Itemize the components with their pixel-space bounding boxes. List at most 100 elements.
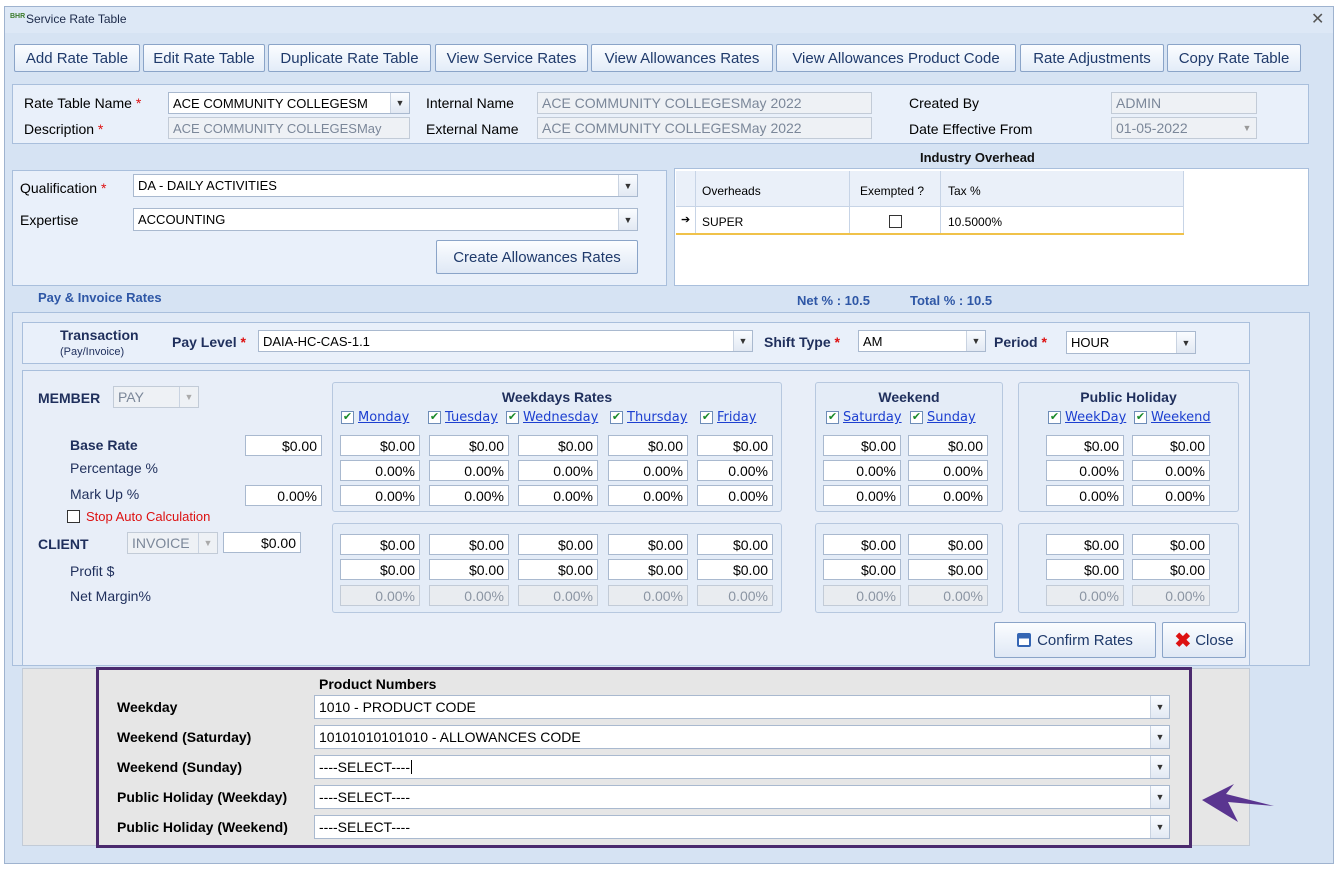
edit-rate-table-button[interactable]: Edit Rate Table: [143, 44, 265, 72]
client-rate-cell[interactable]: $0.00: [429, 534, 509, 555]
chevron-down-icon[interactable]: ▼: [618, 175, 637, 196]
close-window-icon[interactable]: ✕: [1311, 9, 1324, 29]
member-base-rate-cell[interactable]: $0.00: [697, 435, 773, 456]
day-saturday[interactable]: ✔ Saturday: [826, 410, 902, 425]
client-rate-cell[interactable]: $0.00: [697, 534, 773, 555]
chevron-down-icon[interactable]: ▼: [966, 331, 985, 351]
check-icon[interactable]: ✔: [826, 411, 839, 424]
check-icon[interactable]: ✔: [1048, 411, 1061, 424]
shift-type-select[interactable]: AM ▼: [858, 330, 986, 352]
member-base-rate-cell[interactable]: $0.00: [908, 435, 988, 456]
chevron-down-icon[interactable]: ▼: [1150, 696, 1169, 718]
product-saturday-select[interactable]: 10101010101010 - ALLOWANCES CODE ▼: [314, 725, 1170, 749]
chevron-down-icon[interactable]: ▼: [1150, 786, 1169, 808]
chevron-down-icon[interactable]: ▼: [733, 331, 752, 351]
qualification-select[interactable]: DA - DAILY ACTIVITIES ▼: [133, 174, 638, 197]
add-rate-table-button[interactable]: Add Rate Table: [14, 44, 140, 72]
client-profit-cell[interactable]: $0.00: [697, 559, 773, 580]
client-rate-cell[interactable]: $0.00: [1046, 534, 1124, 555]
markup-field[interactable]: 0.00%: [245, 485, 322, 506]
chevron-down-icon[interactable]: ▼: [1176, 332, 1195, 353]
client-profit-cell[interactable]: $0.00: [1132, 559, 1210, 580]
day-sunday[interactable]: ✔ Sunday: [910, 410, 976, 425]
base-rate-field[interactable]: $0.00: [245, 435, 322, 456]
client-rate-cell[interactable]: $0.00: [608, 534, 688, 555]
day-friday[interactable]: ✔ Friday: [700, 410, 756, 425]
member-base-rate-cell[interactable]: $0.00: [429, 435, 509, 456]
stop-auto-calculation-checkbox[interactable]: [67, 510, 80, 523]
product-weekday-select[interactable]: 1010 - PRODUCT CODE ▼: [314, 695, 1170, 719]
rate-table-name-select[interactable]: ACE COMMUNITY COLLEGESM ▼: [168, 92, 410, 114]
client-profit-cell[interactable]: $0.00: [908, 559, 988, 580]
description-field[interactable]: ACE COMMUNITY COLLEGESMay: [168, 117, 410, 139]
member-percentage-cell[interactable]: 0.00%: [340, 460, 420, 481]
member-base-rate-cell[interactable]: $0.00: [823, 435, 901, 456]
client-rate-cell[interactable]: $0.00: [1132, 534, 1210, 555]
view-service-rates-button[interactable]: View Service Rates: [435, 44, 588, 72]
check-icon[interactable]: ✔: [428, 411, 441, 424]
check-icon[interactable]: ✔: [341, 411, 354, 424]
duplicate-rate-table-button[interactable]: Duplicate Rate Table: [268, 44, 431, 72]
confirm-rates-button[interactable]: Confirm Rates: [994, 622, 1156, 658]
member-percentage-cell[interactable]: 0.00%: [608, 460, 688, 481]
client-rate-cell[interactable]: $0.00: [908, 534, 988, 555]
client-profit-cell[interactable]: $0.00: [608, 559, 688, 580]
check-icon[interactable]: ✔: [610, 411, 623, 424]
member-percentage-cell[interactable]: 0.00%: [1046, 460, 1124, 481]
chevron-down-icon[interactable]: ▼: [1150, 816, 1169, 838]
member-markup-cell[interactable]: 0.00%: [908, 485, 988, 506]
product-holiday-weekday-select[interactable]: ----SELECT---- ▼: [314, 785, 1170, 809]
period-select[interactable]: HOUR ▼: [1066, 331, 1196, 354]
chevron-down-icon[interactable]: ▼: [390, 93, 409, 113]
member-markup-cell[interactable]: 0.00%: [1132, 485, 1210, 506]
day-holiday-weekend[interactable]: ✔ Weekend: [1134, 410, 1211, 425]
member-base-rate-cell[interactable]: $0.00: [518, 435, 598, 456]
member-percentage-cell[interactable]: 0.00%: [429, 460, 509, 481]
internal-name-field[interactable]: ACE COMMUNITY COLLEGESMay 2022: [537, 92, 872, 114]
client-profit-cell[interactable]: $0.00: [340, 559, 420, 580]
member-markup-cell[interactable]: 0.00%: [608, 485, 688, 506]
chevron-down-icon[interactable]: ▼: [198, 533, 217, 553]
exempted-column-header[interactable]: Exempted ?: [860, 184, 924, 198]
chevron-down-icon[interactable]: ▼: [179, 387, 198, 407]
view-allowances-product-code-button[interactable]: View Allowances Product Code: [776, 44, 1016, 72]
check-icon[interactable]: ✔: [700, 411, 713, 424]
client-profit-cell[interactable]: $0.00: [518, 559, 598, 580]
member-base-rate-cell[interactable]: $0.00: [1132, 435, 1210, 456]
member-percentage-cell[interactable]: 0.00%: [908, 460, 988, 481]
client-profit-cell[interactable]: $0.00: [429, 559, 509, 580]
day-wednesday[interactable]: ✔ Wednesday: [506, 410, 598, 425]
member-percentage-cell[interactable]: 0.00%: [518, 460, 598, 481]
day-holiday-weekday[interactable]: ✔ WeekDay: [1048, 410, 1126, 425]
member-base-rate-cell[interactable]: $0.00: [1046, 435, 1124, 456]
client-profit-cell[interactable]: $0.00: [823, 559, 901, 580]
product-holiday-weekend-select[interactable]: ----SELECT---- ▼: [314, 815, 1170, 839]
close-button[interactable]: ✖ Close: [1162, 622, 1246, 658]
chevron-down-icon[interactable]: ▼: [618, 209, 637, 230]
member-markup-cell[interactable]: 0.00%: [429, 485, 509, 506]
rate-adjustments-button[interactable]: Rate Adjustments: [1020, 44, 1164, 72]
pay-level-select[interactable]: DAIA-HC-CAS-1.1 ▼: [258, 330, 753, 352]
client-value-field[interactable]: $0.00: [223, 532, 301, 553]
member-markup-cell[interactable]: 0.00%: [697, 485, 773, 506]
check-icon[interactable]: ✔: [506, 411, 519, 424]
external-name-field[interactable]: ACE COMMUNITY COLLEGESMay 2022: [537, 117, 872, 139]
expertise-select[interactable]: ACCOUNTING ▼: [133, 208, 638, 231]
day-monday[interactable]: ✔ Monday: [341, 410, 409, 425]
day-thursday[interactable]: ✔ Thursday: [610, 410, 687, 425]
tax-column-header[interactable]: Tax %: [948, 184, 981, 198]
member-markup-cell[interactable]: 0.00%: [1046, 485, 1124, 506]
product-sunday-select[interactable]: ----SELECT---- ▼: [314, 755, 1170, 779]
member-percentage-cell[interactable]: 0.00%: [697, 460, 773, 481]
view-allowances-rates-button[interactable]: View Allowances Rates: [591, 44, 773, 72]
client-profit-cell[interactable]: $0.00: [1046, 559, 1124, 580]
check-icon[interactable]: ✔: [1134, 411, 1147, 424]
client-rate-cell[interactable]: $0.00: [340, 534, 420, 555]
member-base-rate-cell[interactable]: $0.00: [340, 435, 420, 456]
chevron-down-icon[interactable]: ▼: [1150, 756, 1169, 778]
client-rate-cell[interactable]: $0.00: [518, 534, 598, 555]
member-markup-cell[interactable]: 0.00%: [340, 485, 420, 506]
chevron-down-icon[interactable]: ▼: [1150, 726, 1169, 748]
client-type-select[interactable]: INVOICE ▼: [127, 532, 218, 554]
member-markup-cell[interactable]: 0.00%: [823, 485, 901, 506]
